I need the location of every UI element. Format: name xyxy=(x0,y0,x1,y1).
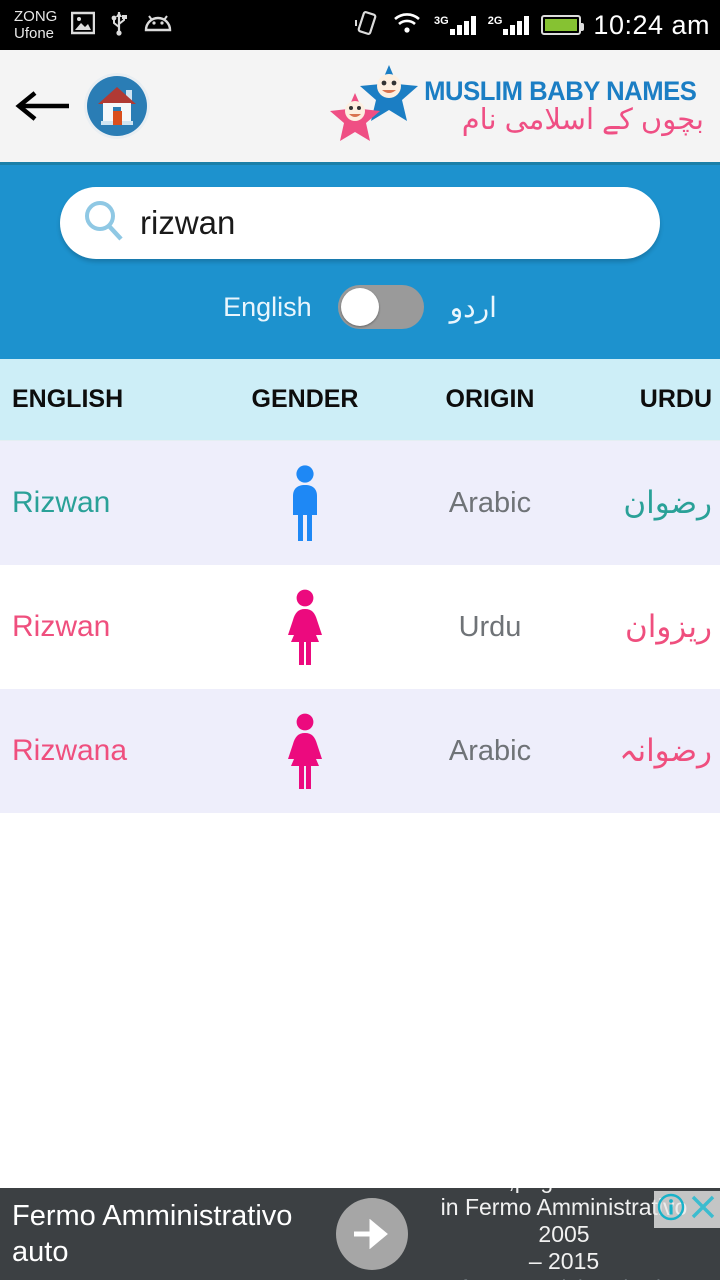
row-gender-female-icon xyxy=(215,712,395,790)
usb-icon xyxy=(109,10,129,41)
image-icon xyxy=(71,11,96,40)
ad-cta-button[interactable] xyxy=(336,1198,408,1270)
table-row[interactable]: Rizwana Arabic رضوانہ xyxy=(0,689,720,813)
ad-headline-line-1: Fermo Amministrativo xyxy=(12,1200,293,1232)
row-origin: Arabic xyxy=(448,734,532,767)
carrier-label: ZONG Ufone xyxy=(14,8,57,42)
row-urdu-name: رضوان xyxy=(623,485,712,520)
row-english-name: Rizwan xyxy=(12,486,111,519)
language-toggle-switch[interactable] xyxy=(337,285,424,329)
ad-headline-line-2: auto xyxy=(12,1236,69,1268)
signal-2g: 2G xyxy=(488,15,530,35)
row-origin: Arabic xyxy=(448,486,532,519)
app-logo: MUSLIM BABY NAMES بچوں کے اسلامی نام xyxy=(327,63,708,149)
back-button[interactable] xyxy=(12,75,74,137)
search-section: rizwan English اردو xyxy=(0,165,720,359)
column-header-urdu: URDU xyxy=(639,385,712,413)
row-origin: Urdu xyxy=(458,610,522,643)
row-english-name: Rizwan xyxy=(12,610,111,643)
back-arrow-icon xyxy=(15,91,69,121)
status-bar: ZONG Ufone 3G 2G 10:24 am xyxy=(0,0,720,50)
home-icon xyxy=(84,73,150,139)
column-header-origin: ORIGIN xyxy=(445,385,535,413)
table-row[interactable]: Rizwan Arabic رضوان xyxy=(0,441,720,565)
search-input-value: rizwan xyxy=(140,204,236,241)
signal-2g-label: 2G xyxy=(487,15,503,27)
arrow-right-icon xyxy=(354,1219,388,1249)
battery-icon xyxy=(541,15,585,35)
carrier-line-2: Ufone xyxy=(14,25,55,42)
results-list: Rizwan Arabic رضوان Rizwan Urdu ریزوان R… xyxy=(0,441,720,1274)
clock: 10:24 am xyxy=(593,9,710,40)
home-button[interactable] xyxy=(84,73,150,139)
vibrate-icon xyxy=(354,10,380,41)
row-gender-male-icon xyxy=(215,464,395,542)
wifi-icon xyxy=(392,11,422,40)
app-bar: MUSLIM BABY NAMES بچوں کے اسلامی نام xyxy=(0,50,720,165)
search-icon xyxy=(82,199,124,248)
info-icon[interactable] xyxy=(656,1192,686,1227)
column-header-gender: GENDER xyxy=(251,385,359,413)
ad-headline: Fermo Amministrativo auto xyxy=(0,1198,330,1270)
column-header-english: ENGLISH xyxy=(12,385,124,413)
logo-urdu-subtitle: بچوں کے اسلامی نام xyxy=(461,103,704,136)
table-row[interactable]: Rizwan Urdu ریزوان xyxy=(0,565,720,689)
row-urdu-name: رضوانہ xyxy=(619,733,712,768)
android-icon xyxy=(143,14,173,37)
carrier-line-1: ZONG xyxy=(14,8,58,25)
close-icon[interactable] xyxy=(688,1192,718,1227)
toggle-label-english[interactable]: English xyxy=(223,292,312,323)
ad-site-url: fermoamministrativo.it xyxy=(414,1275,714,1280)
row-gender-female-icon xyxy=(215,588,395,666)
signal-3g: 3G xyxy=(434,15,476,35)
ad-body-line-3: – 2015 xyxy=(528,1247,600,1274)
search-input[interactable]: rizwan xyxy=(60,187,660,259)
logo-stars-icon xyxy=(327,63,423,149)
signal-3g-label: 3G xyxy=(434,15,449,27)
row-english-name: Rizwana xyxy=(12,734,128,767)
ad-controls xyxy=(654,1191,720,1228)
table-header: ENGLISH GENDER ORIGIN URDU xyxy=(0,359,720,441)
toggle-label-urdu[interactable]: اردو xyxy=(450,291,497,324)
toggle-knob xyxy=(340,288,379,326)
logo-title: MUSLIM BABY NAMES xyxy=(424,75,698,106)
language-toggle-row: English اردو xyxy=(0,285,720,329)
row-urdu-name: ریزوان xyxy=(624,609,712,644)
ad-banner[interactable]: Fermo Amministrativo auto ritiriamo,pagh… xyxy=(0,1188,720,1280)
